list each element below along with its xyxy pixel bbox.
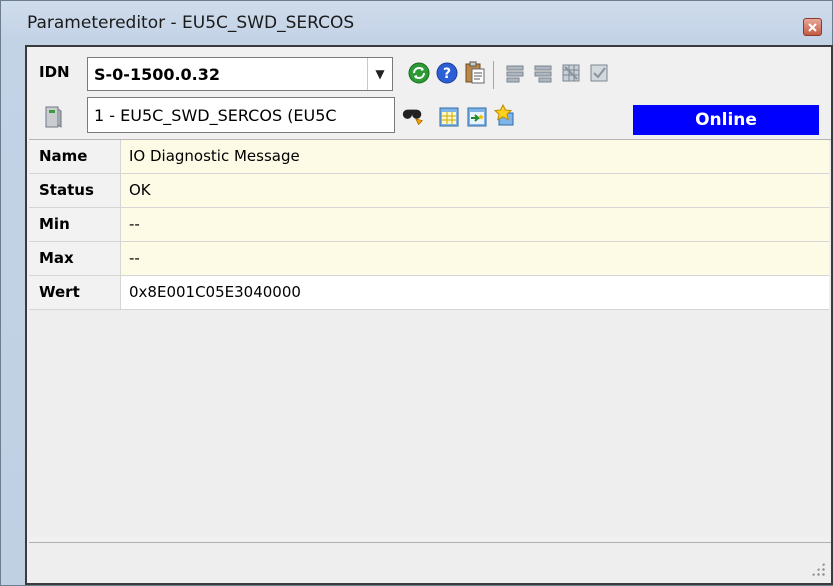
resize-grip-icon[interactable]: [811, 562, 825, 576]
row-min: Min --: [29, 208, 829, 242]
row-status: Status OK: [29, 174, 829, 208]
title-bar[interactable]: Parametereditor - EU5C_SWD_SERCOS: [1, 1, 832, 45]
row-value: --: [121, 242, 829, 275]
connection-status-badge: Online: [633, 105, 819, 135]
window-title: Parametereditor - EU5C_SWD_SERCOS: [27, 13, 355, 33]
paste-icon[interactable]: [463, 60, 487, 84]
row-label: Name: [29, 140, 121, 173]
close-button[interactable]: [803, 18, 822, 36]
row-label: Wert: [29, 276, 121, 309]
list-icon-1[interactable]: [503, 61, 527, 85]
help-icon[interactable]: ?: [435, 61, 459, 85]
grid-icon[interactable]: [559, 61, 583, 85]
close-icon: [808, 22, 817, 32]
row-label: Max: [29, 242, 121, 275]
device-value[interactable]: 1 - EU5C_SWD_SERCOS (EU5C: [94, 106, 337, 125]
idn-combobox[interactable]: S-0-1500.0.32 ▼: [87, 57, 393, 91]
grid-empty-area: [29, 310, 829, 537]
row-wert[interactable]: Wert 0x8E001C05E3040000: [29, 276, 829, 310]
device-toolbar: 1 - EU5C_SWD_SERCOS (EU5C Online: [29, 95, 829, 135]
editor-client-area: IDN S-0-1500.0.32 ▼ ? 1 - EU5C_SWD_SERCO…: [25, 45, 833, 585]
find-icon[interactable]: [401, 105, 425, 129]
row-value: OK: [121, 174, 829, 207]
row-max: Max --: [29, 242, 829, 276]
device-icon[interactable]: [41, 105, 65, 129]
import-icon[interactable]: [465, 105, 489, 129]
row-label: Min: [29, 208, 121, 241]
idn-value[interactable]: S-0-1500.0.32: [94, 65, 220, 84]
list-icon-2[interactable]: [531, 61, 555, 85]
row-label: Status: [29, 174, 121, 207]
wert-value-field[interactable]: 0x8E001C05E3040000: [121, 276, 829, 309]
table-icon[interactable]: [437, 105, 461, 129]
parameter-editor-window: Parametereditor - EU5C_SWD_SERCOS IDN S-…: [0, 0, 833, 586]
idn-toolbar: IDN S-0-1500.0.32 ▼ ?: [29, 51, 829, 91]
row-value: IO Diagnostic Message: [121, 140, 829, 173]
svg-text:?: ?: [443, 66, 451, 82]
toolbar-separator: [493, 61, 494, 89]
check-icon[interactable]: [587, 61, 611, 85]
status-bar: [29, 542, 831, 582]
idn-label: IDN: [39, 63, 70, 81]
chevron-down-icon[interactable]: ▼: [367, 58, 392, 90]
row-name: Name IO Diagnostic Message: [29, 140, 829, 174]
device-combobox[interactable]: 1 - EU5C_SWD_SERCOS (EU5C: [87, 97, 395, 133]
parameter-grid: Name IO Diagnostic Message Status OK Min…: [29, 139, 831, 537]
star-icon[interactable]: [493, 103, 517, 127]
refresh-icon[interactable]: [407, 61, 431, 85]
row-value: --: [121, 208, 829, 241]
